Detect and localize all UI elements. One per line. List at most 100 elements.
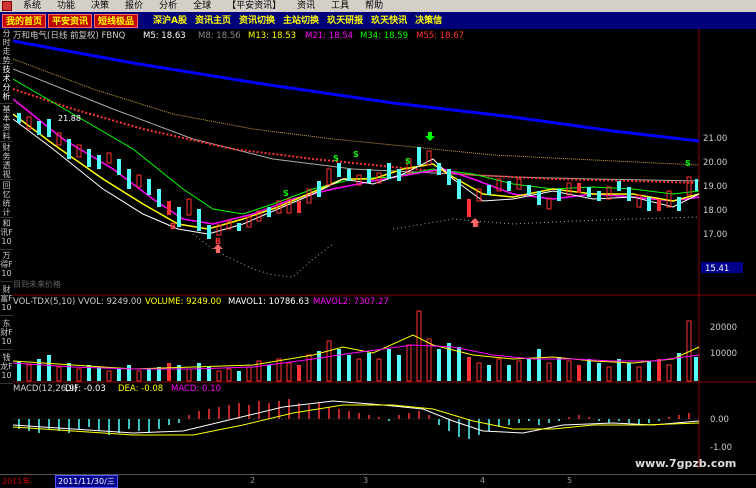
toolbar: 我的首页 平安资讯 短线极品 深沪A股 资讯主页 资讯切换 主站切换 玖天研报 … <box>0 12 756 29</box>
macd-value: MACD: 0.10 <box>171 384 221 394</box>
tab-basic-info[interactable]: 基本资料 <box>0 105 13 142</box>
candle <box>627 187 631 201</box>
candle <box>647 197 651 211</box>
candle <box>537 191 541 205</box>
candle <box>67 139 71 159</box>
candle <box>237 223 241 231</box>
price-axis-label: 20.00 <box>703 158 727 168</box>
price-axis-label: 19.00 <box>703 182 727 192</box>
tab-qianlong-f10[interactable]: 钱龙F10 <box>0 353 13 384</box>
month-marker: 5 <box>567 476 573 485</box>
menu-system[interactable]: 系统 <box>15 0 49 12</box>
volume-axis-label: 10000 <box>710 349 737 359</box>
status-bar: 2011年 2011/11/30/三 2 3 4 5 <box>0 474 756 488</box>
candle <box>47 119 51 137</box>
tab-technical-analysis[interactable]: 技术分析 <box>0 65 13 104</box>
menu-analysis[interactable]: 分析 <box>151 0 185 12</box>
candle <box>117 159 121 175</box>
menu-info[interactable]: 资讯 <box>289 0 323 12</box>
candle <box>487 185 491 195</box>
year-label: 2011年 <box>2 477 31 486</box>
menu-help[interactable]: 帮助 <box>357 0 391 12</box>
price-axis-label: 17.00 <box>703 230 727 240</box>
menu-pingan-info[interactable]: 【平安资讯】 <box>219 0 289 12</box>
volume-title: VOL-TDX(5,10) VVOL: 9249.00 <box>13 297 142 307</box>
current-date[interactable]: 2011/11/30/三 <box>55 475 118 488</box>
ma55-label: M55: 18.67 <box>416 31 464 41</box>
kline-chart[interactable]: 万和电气(日线 前复权) FBNQ M5: 18.63 M8: 18.56 M1… <box>12 29 756 469</box>
dif-value: DIF: -0.03 <box>65 384 106 394</box>
month-marker: 2 <box>250 476 256 485</box>
candle <box>557 189 561 201</box>
left-side-tabs: 分时走势 技术分析 基本资料 财务透视 回忆统计 和讯F10 万得F10 财富F… <box>0 29 13 469</box>
volume-axis-label: 20000 <box>710 323 737 333</box>
candle <box>337 163 341 177</box>
tab-hexun-f10[interactable]: 和讯F10 <box>0 219 13 250</box>
candle <box>177 207 181 227</box>
macd-axis-label: 0.00 <box>710 415 729 425</box>
price-axis-label: 21.00 <box>703 134 727 144</box>
candle <box>597 191 601 201</box>
candle <box>437 163 441 175</box>
watermark: www.7gpzb.com <box>635 457 737 470</box>
tab-dongcai-f10[interactable]: 东财F10 <box>0 319 13 350</box>
candle <box>447 169 451 185</box>
candle <box>457 179 461 199</box>
menu-quote[interactable]: 报价 <box>117 0 151 12</box>
volume-value: VOLUME: 9249.00 <box>145 297 221 307</box>
mavol1-value: MAVOL1: 10786.63 <box>228 297 309 307</box>
ma5-label: M5: 18.63 <box>143 31 186 41</box>
signal-s: S <box>283 189 289 198</box>
menu-function[interactable]: 功能 <box>49 0 83 12</box>
candle <box>397 169 401 181</box>
signal-s: S <box>405 157 411 166</box>
candle <box>267 207 271 217</box>
ma21-label: M21: 18.54 <box>305 31 353 41</box>
tab-wind-f10[interactable]: 万得F10 <box>0 251 13 282</box>
candle <box>347 169 351 181</box>
candle <box>317 181 321 197</box>
menu-bar: 系统 功能 决策 报价 分析 全球 【平安资讯】 资讯 工具 帮助 <box>0 0 756 12</box>
tab-financial[interactable]: 财务透视 <box>0 143 13 180</box>
candle <box>507 181 511 191</box>
menu-tools[interactable]: 工具 <box>323 0 357 12</box>
menu-global[interactable]: 全球 <box>185 0 219 12</box>
toolbar-shortline-button[interactable]: 短线极品 <box>94 13 139 28</box>
month-marker: 3 <box>363 476 369 485</box>
ma13-label: M13: 18.53 <box>248 31 296 41</box>
toolbar-info-home-button[interactable]: 资讯主页 <box>192 14 234 28</box>
toolbar-decision-button[interactable]: 决策信 <box>412 14 445 28</box>
chart-area[interactable]: 万和电气(日线 前复权) FBNQ M5: 18.63 M8: 18.56 M1… <box>12 29 756 469</box>
menu-decision[interactable]: 决策 <box>83 0 117 12</box>
mavol2-value: MAVOL2: 7307.27 <box>313 297 389 307</box>
candle <box>367 169 371 183</box>
candle <box>657 199 661 211</box>
tab-caifu-f10[interactable]: 财富F10 <box>0 285 13 316</box>
candle <box>417 147 421 165</box>
signal-s: S <box>685 159 691 168</box>
price-axis-label: 18.00 <box>703 206 727 216</box>
candle <box>147 179 151 195</box>
candle <box>467 199 471 217</box>
signal-s: S <box>333 154 339 163</box>
tab-statistics[interactable]: 回忆统计 <box>0 181 13 218</box>
candle <box>37 121 41 135</box>
candle <box>297 201 301 213</box>
toolbar-server-switch-button[interactable]: 主站切换 <box>280 14 322 28</box>
toolbar-research-button[interactable]: 玖天研报 <box>324 14 366 28</box>
ma8-label: M8: 18.56 <box>198 31 241 41</box>
candle <box>587 187 591 197</box>
toolbar-pingan-info-button[interactable]: 平安资讯 <box>48 13 93 28</box>
current-price: 15.41 <box>705 264 729 274</box>
candle <box>617 181 621 191</box>
signal-s: S <box>353 150 359 159</box>
tab-intraday[interactable]: 分时走势 <box>0 29 13 65</box>
toolbar-a-shares-button[interactable]: 深沪A股 <box>150 14 190 28</box>
candle <box>157 189 161 207</box>
ma34-label: M34: 18.59 <box>360 31 408 41</box>
toolbar-info-switch-button[interactable]: 资讯切换 <box>236 14 278 28</box>
candle <box>197 209 201 231</box>
candle <box>97 155 101 169</box>
toolbar-news-button[interactable]: 玖天快讯 <box>368 14 410 28</box>
toolbar-my-home-button[interactable]: 我的首页 <box>2 13 47 28</box>
